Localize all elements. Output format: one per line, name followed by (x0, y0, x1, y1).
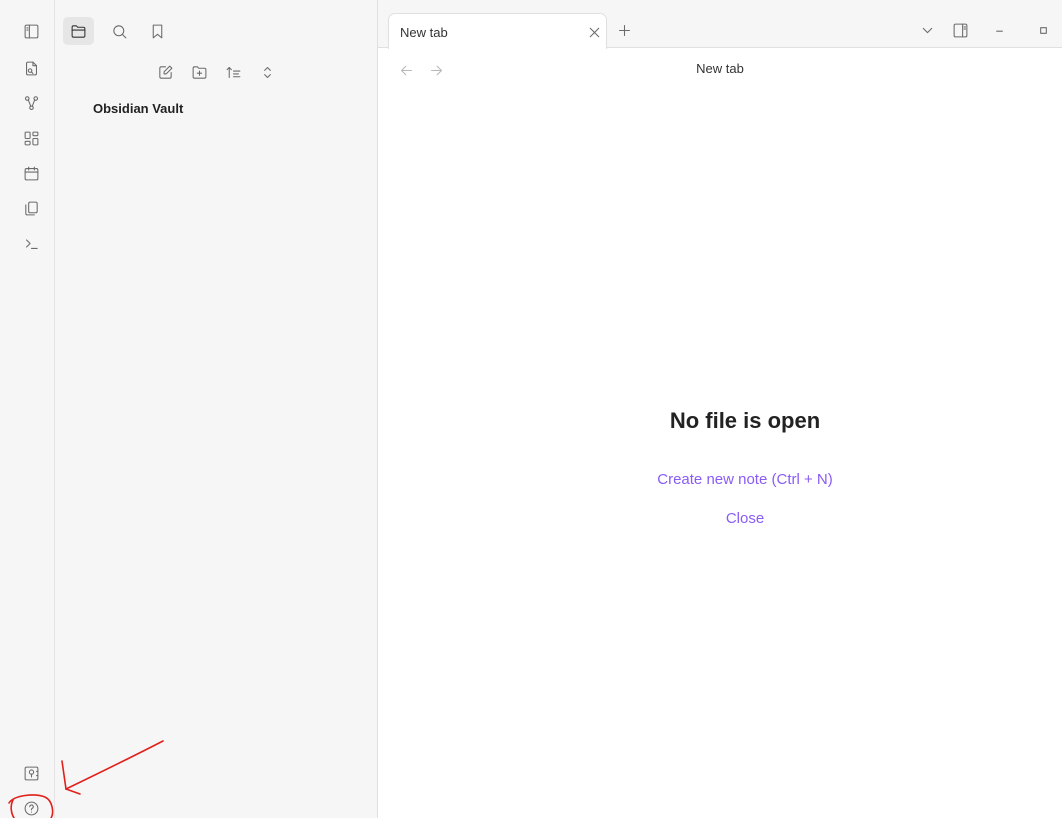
collapse-all-button[interactable] (254, 59, 280, 85)
toggle-left-sidebar-button[interactable] (18, 18, 44, 44)
tab-new-tab[interactable]: New tab (388, 13, 607, 49)
collapse-all-icon (263, 66, 271, 78)
search-icon (112, 24, 126, 38)
file-explorer-icon (71, 24, 86, 38)
tab-file-explorer[interactable] (63, 17, 94, 45)
maximize-button[interactable] (1032, 19, 1054, 41)
templates-button[interactable] (18, 195, 44, 221)
daily-note-icon (24, 166, 38, 180)
empty-state-title: No file is open (669, 408, 821, 433)
new-note-icon (158, 65, 172, 79)
create-new-note-link[interactable]: Create new note (Ctrl + N) (378, 471, 1062, 488)
left-sidebar (55, 0, 378, 818)
close-link[interactable]: Close (378, 510, 1062, 527)
canvas-button[interactable] (18, 125, 44, 151)
toggle-right-sidebar-icon (953, 23, 967, 37)
close-tab-button[interactable] (585, 23, 603, 41)
daily-note-button[interactable] (18, 160, 44, 186)
new-folder-icon (192, 65, 206, 79)
open-quick-switcher-button[interactable] (18, 55, 44, 81)
vault-switcher-icon (24, 766, 38, 780)
tab-list-chevron-icon (922, 27, 932, 33)
vault-name[interactable]: Obsidian Vault (93, 101, 183, 116)
tab-bar: New tab (378, 0, 1062, 49)
tab-title: New tab (400, 25, 448, 40)
open-quick-switcher-icon (25, 61, 37, 75)
canvas-icon (24, 131, 38, 145)
minimize-icon (995, 30, 1003, 32)
new-tab-button[interactable] (613, 19, 635, 41)
graph-view-icon (24, 95, 38, 110)
command-palette-button[interactable] (18, 230, 44, 256)
tab-list-button[interactable] (916, 19, 938, 41)
new-note-button[interactable] (152, 59, 178, 85)
tab-search[interactable] (105, 17, 133, 45)
vault-switcher-button[interactable] (18, 760, 44, 786)
main-area: New tab New tab No file is open Create n… (378, 0, 1062, 818)
bookmarks-icon (152, 24, 162, 38)
view-header-title: New tab (696, 61, 744, 76)
minimize-button[interactable] (988, 19, 1010, 41)
toggle-right-sidebar-button[interactable] (949, 19, 971, 41)
close-icon (589, 27, 599, 37)
templates-icon (24, 201, 38, 215)
sidebar-left-icon (24, 24, 38, 38)
help-icon (24, 801, 38, 815)
sort-order-icon (226, 66, 240, 78)
maximize-icon (1039, 26, 1047, 34)
help-button[interactable] (18, 795, 44, 818)
graph-view-button[interactable] (18, 90, 44, 116)
plus-icon (618, 24, 630, 36)
command-palette-icon (25, 238, 38, 249)
left-ribbon (0, 0, 55, 818)
change-sort-order-button[interactable] (220, 59, 246, 85)
new-folder-button[interactable] (186, 59, 212, 85)
tab-bookmarks[interactable] (143, 17, 171, 45)
